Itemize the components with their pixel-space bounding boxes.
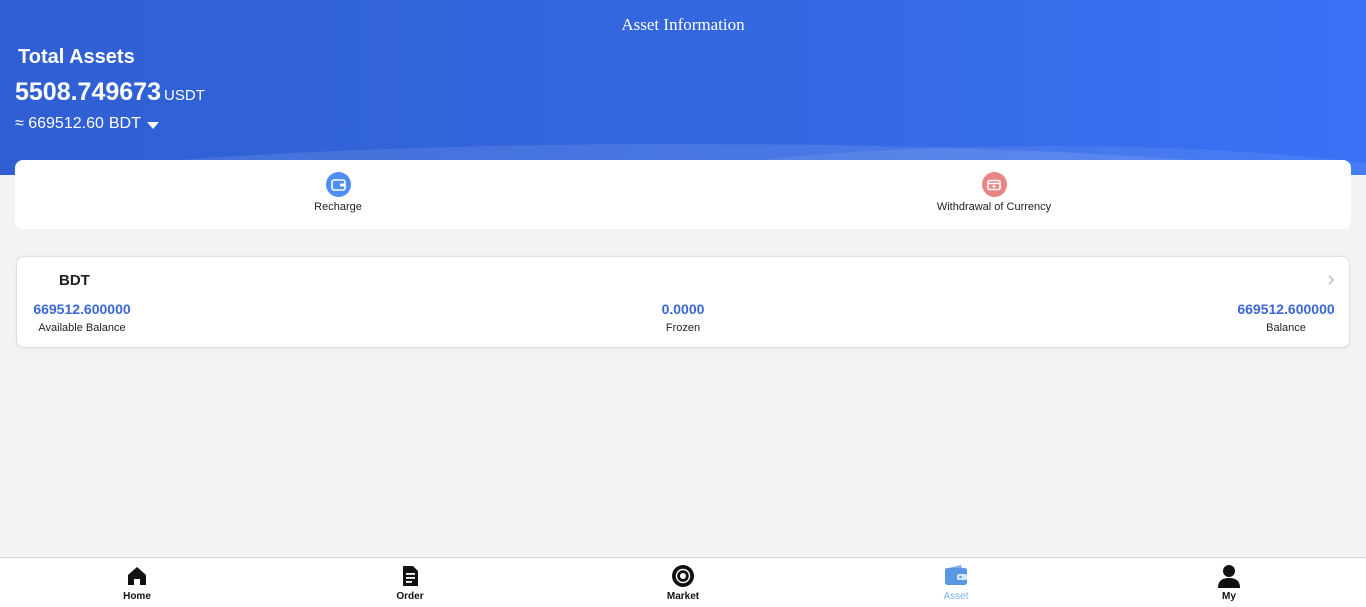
available-balance: 669512.600000 Available Balance [29,301,135,334]
wallet-icon [945,565,967,585]
tab-my[interactable]: My [1179,564,1279,602]
frozen-value: 0.0000 [661,301,705,317]
asset-header: Asset Information Total Assets 5508.7496… [0,0,1366,175]
page-title: Asset Information [621,15,745,34]
total-assets-value: 5508.749673 [15,78,161,106]
tab-asset-label: Asset [943,591,969,602]
market-icon [672,565,694,587]
currency-selector[interactable]: ≈ 669512.60 BDT [15,115,159,133]
document-icon [403,566,418,586]
approx-value: ≈ 669512.60 [15,115,104,132]
tab-order[interactable]: Order [360,564,460,602]
total-balance: 669512.600000 Balance [1231,301,1341,334]
asset-actions-panel: Recharge Withdrawal of Currency [15,160,1351,229]
recharge-label: Recharge [314,201,362,213]
tab-market[interactable]: Market [633,564,733,602]
withdraw-label: Withdrawal of Currency [936,201,1052,213]
caret-down-icon [146,121,159,129]
user-icon [1218,565,1240,588]
available-balance-label: Available Balance [38,322,126,334]
balance-label: Balance [1266,322,1306,334]
tab-market-label: Market [666,591,700,602]
wallet-icon [325,172,351,197]
chevron-right-icon [1327,273,1335,289]
tab-home[interactable]: Home [87,564,187,602]
recharge-button[interactable]: Recharge [218,172,458,213]
total-assets-unit: USDT [163,87,205,104]
bottom-tab-bar: Home Order Market Asset My [0,557,1366,607]
tab-order-label: Order [396,591,424,602]
currency-card-bdt[interactable]: BDT 669512.600000 Available Balance 0.00… [16,256,1350,348]
withdraw-card-icon [981,172,1007,197]
available-balance-value: 669512.600000 [33,301,131,317]
frozen-label: Frozen [665,322,701,334]
balance-value: 669512.600000 [1237,301,1335,317]
frozen-balance: 0.0000 Frozen [633,301,733,334]
tab-home-label: Home [123,591,151,602]
home-icon [128,567,146,585]
tab-asset[interactable]: Asset [906,564,1006,602]
tab-my-label: My [1222,591,1236,602]
total-assets-label: Total Assets [18,46,135,68]
currency-title: BDT [59,272,90,289]
withdraw-button[interactable]: Withdrawal of Currency [874,172,1114,213]
approx-currency: BDT [108,115,141,132]
total-assets-amount: 5508.749673 USDT [15,78,205,107]
